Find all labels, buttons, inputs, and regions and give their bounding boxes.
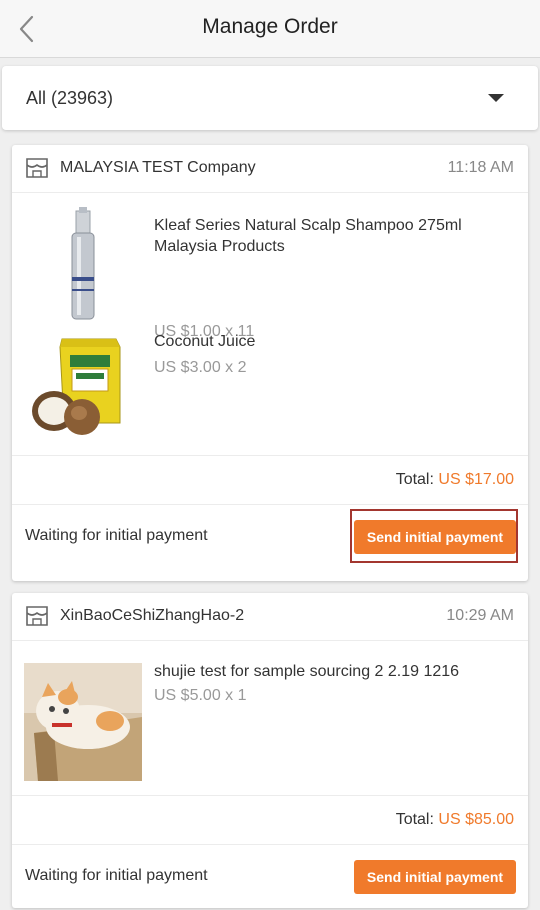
product-price: US $5.00 x 1: [154, 687, 247, 704]
order-product[interactable]: Kleaf Series Natural Scalp Shampoo 275ml…: [12, 205, 528, 340]
product-name[interactable]: shujie test for sample sourcing 2 2.19 1…: [154, 661, 514, 682]
store-icon: [26, 158, 48, 178]
order-filter-dropdown[interactable]: All (23963): [2, 66, 538, 130]
total-amount: US $85.00: [438, 811, 514, 828]
send-initial-payment-button[interactable]: Send initial payment: [354, 520, 516, 554]
order-time: 10:29 AM: [446, 607, 514, 624]
order-product[interactable]: shujie test for sample sourcing 2 2.19 1…: [12, 641, 528, 795]
total-label: Total:: [395, 811, 434, 828]
shop-name[interactable]: XinBaoCeShiZhangHao-2: [60, 607, 244, 625]
filter-selected-value: All (23963): [26, 88, 114, 108]
nav-bar: Manage Order: [0, 0, 540, 58]
total-label: Total:: [395, 471, 434, 488]
order-header: XinBaoCeShiZhangHao-2 10:29 AM: [12, 593, 528, 641]
order-header: MALAYSIA TEST Company 11:18 AM: [12, 145, 528, 193]
product-image-shampoo: [24, 205, 142, 323]
order-total: Total: US $17.00: [396, 471, 514, 489]
order-action-row: Waiting for initial payment Send initial…: [12, 505, 528, 567]
product-name[interactable]: Kleaf Series Natural Scalp Shampoo 275ml…: [154, 215, 514, 257]
order-time: 11:18 AM: [447, 159, 514, 176]
product-price: US $3.00 x 2: [154, 359, 247, 376]
order-status: Waiting for initial payment: [25, 867, 208, 884]
page-title: Manage Order: [202, 15, 338, 38]
order-total-row: Total: US $85.00: [12, 795, 528, 845]
store-icon: [26, 606, 48, 626]
shop-name[interactable]: MALAYSIA TEST Company: [60, 159, 256, 177]
order-status: Waiting for initial payment: [25, 527, 208, 544]
product-image-coconut-juice: [24, 325, 142, 443]
dropdown-caret-icon: [488, 94, 504, 102]
total-amount: US $17.00: [438, 471, 514, 488]
order-total-row: Total: US $17.00: [12, 455, 528, 505]
order-card[interactable]: XinBaoCeShiZhangHao-2 10:29 AM shujie te…: [12, 593, 528, 908]
send-initial-payment-button[interactable]: Send initial payment: [354, 860, 516, 894]
order-action-row: Waiting for initial payment Send initial…: [12, 845, 528, 907]
product-image-cat: [24, 663, 142, 781]
order-card[interactable]: MALAYSIA TEST Company 11:18 AM Kleaf Ser…: [12, 145, 528, 581]
product-name[interactable]: Coconut Juice: [154, 331, 514, 352]
order-product[interactable]: Coconut Juice US $3.00 x 2: [12, 325, 528, 455]
order-total: Total: US $85.00: [396, 811, 514, 829]
